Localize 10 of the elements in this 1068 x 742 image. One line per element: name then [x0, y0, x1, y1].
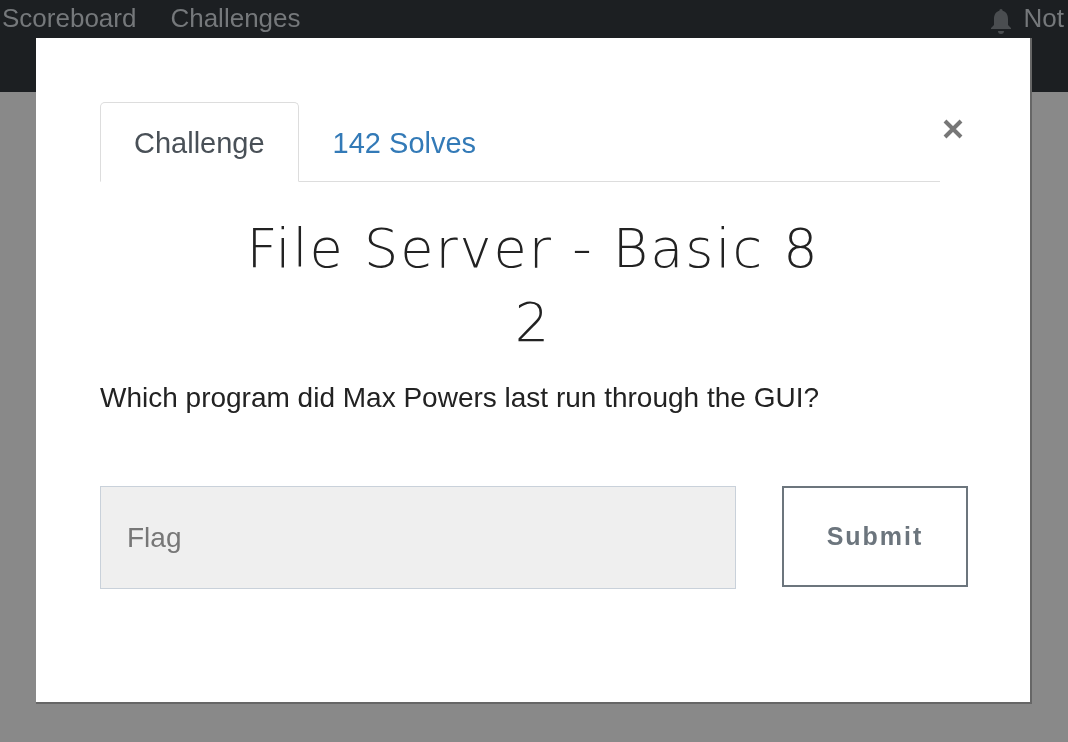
challenge-description: Which program did Max Powers last run through the GUI? — [100, 382, 820, 414]
tab[interactable]: Challenge — [100, 102, 299, 182]
challenge-title: File Server - Basic 8 2 — [245, 216, 821, 356]
nav-link[interactable]: Challenges — [170, 3, 301, 34]
close-icon[interactable] — [942, 118, 964, 140]
submit-button[interactable]: Submit — [782, 486, 968, 587]
notifications-link[interactable]: Not — [1023, 3, 1064, 34]
flag-input[interactable]: Flag — [100, 486, 736, 589]
nav-link[interactable]: Scoreboard — [2, 3, 137, 34]
tab[interactable]: 142 Solves — [298, 102, 511, 182]
